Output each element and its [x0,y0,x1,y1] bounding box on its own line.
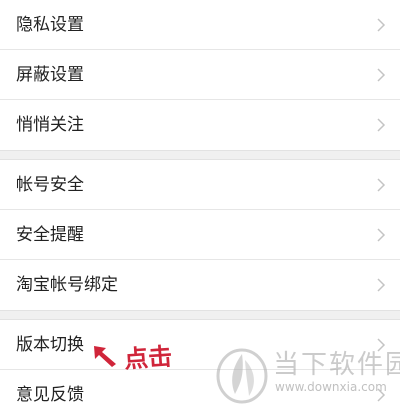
menu-item-taobao-binding[interactable]: 淘宝帐号绑定 [0,260,400,310]
chevron-right-icon [376,278,386,292]
menu-item-label: 帐号安全 [16,175,84,195]
menu-item-label: 安全提醒 [16,225,84,245]
chevron-right-icon [376,228,386,242]
section-gap [0,310,400,320]
watermark-logo-icon [215,346,269,408]
settings-group-security: 帐号安全 安全提醒 淘宝帐号绑定 [0,160,400,310]
menu-item-block-settings[interactable]: 屏蔽设置 [0,50,400,100]
chevron-right-icon [376,118,386,132]
watermark-url: www.downxia.com [275,380,387,394]
chevron-right-icon [376,178,386,192]
chevron-right-icon [376,68,386,82]
watermark-title: 当下软件园 [273,350,400,380]
watermark: 当下软件园 www.downxia.com [215,342,400,412]
menu-item-label: 屏蔽设置 [16,65,84,85]
annotation-arrow-icon [92,342,122,372]
menu-item-secret-follow[interactable]: 悄悄关注 [0,100,400,150]
menu-item-label: 版本切换 [16,335,84,355]
menu-item-label: 悄悄关注 [16,115,84,135]
menu-item-label: 意见反馈 [16,385,84,405]
menu-item-label: 隐私设置 [16,15,84,35]
chevron-right-icon [376,18,386,32]
menu-item-security-reminder[interactable]: 安全提醒 [0,210,400,260]
menu-item-privacy-settings[interactable]: 隐私设置 [0,0,400,50]
section-gap [0,150,400,160]
menu-item-account-security[interactable]: 帐号安全 [0,160,400,210]
menu-item-label: 淘宝帐号绑定 [16,275,118,295]
settings-group-privacy: 隐私设置 屏蔽设置 悄悄关注 [0,0,400,150]
annotation-text: 点击 [123,342,174,374]
